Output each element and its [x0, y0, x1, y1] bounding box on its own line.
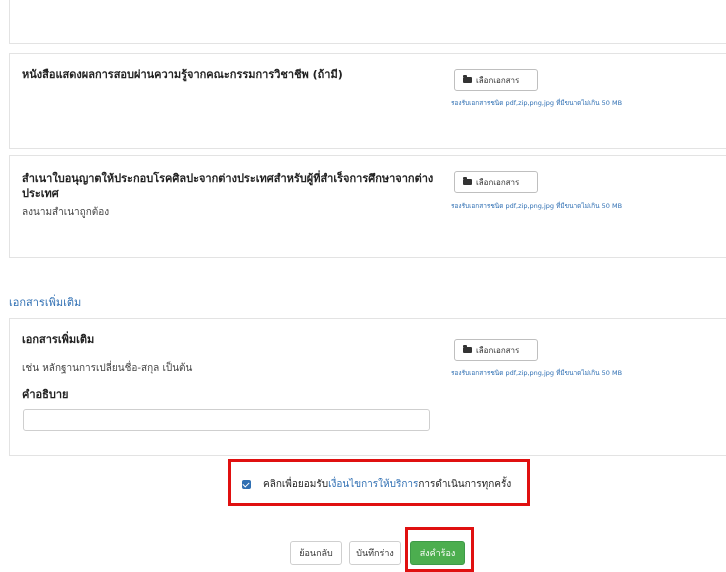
file-type-hint: รองรับเอกสารชนิด pdf,zip,png,jpg ที่มีขน… — [451, 369, 623, 377]
choose-file-button[interactable]: เลือกเอกสาร — [454, 69, 538, 91]
additional-section-title: เอกสารเพิ่มเติม — [9, 296, 82, 309]
document-card-exam-result: หนังสือแสดงผลการสอบผ่านความรู้จากคณะกรรม… — [9, 53, 726, 149]
agreement-prefix: คลิกเพื่อยอมรับ — [263, 479, 329, 490]
description-label: คำอธิบาย — [22, 388, 69, 401]
file-type-hint: รองรับเอกสารชนิด pdf,zip,png,jpg ที่มีขน… — [451, 99, 623, 107]
choose-file-button[interactable]: เลือกเอกสาร — [454, 339, 538, 361]
terms-link[interactable]: เงื่อนไขการให้บริการ — [328, 477, 418, 492]
description-input[interactable] — [23, 409, 430, 431]
save-draft-button[interactable]: บันทึกร่าง — [349, 541, 401, 565]
document-title-line2: ประเทศ — [22, 187, 59, 200]
choose-file-label: เลือกเอกสาร — [476, 75, 520, 85]
choose-file-label: เลือกเอกสาร — [476, 177, 520, 187]
choose-file-label: เลือกเอกสาร — [476, 345, 520, 355]
agreement-row[interactable]: คลิกเพื่อยอมรับ เงื่อนไขการให้บริการ การดำ… — [242, 477, 511, 492]
agreement-suffix: การดำเนินการทุกครั้ง — [418, 479, 512, 490]
document-title: หนังสือแสดงผลการสอบผ่านความรู้จากคณะกรรม… — [22, 68, 343, 81]
document-card-additional: เอกสารเพิ่มเติม เช่น หลักฐานการเปลี่ยนชื… — [9, 318, 726, 456]
document-title-line1: สำเนาใบอนุญาตให้ประกอบโรคศิลปะจากต่างประ… — [22, 172, 434, 185]
submit-button[interactable]: ส่งคำร้อง — [410, 541, 465, 565]
file-type-hint: รองรับเอกสารชนิด pdf,zip,png,jpg ที่มีขน… — [451, 202, 623, 210]
previous-document-card — [9, 0, 726, 44]
folder-icon — [463, 345, 472, 353]
choose-file-button[interactable]: เลือกเอกสาร — [454, 171, 538, 193]
additional-title: เอกสารเพิ่มเติม — [22, 333, 95, 346]
document-card-foreign-license: สำเนาใบอนุญาตให้ประกอบโรคศิลปะจากต่างประ… — [9, 155, 726, 258]
document-note: ลงนามสำเนาถูกต้อง — [22, 207, 110, 218]
folder-icon — [463, 177, 472, 185]
additional-example: เช่น หลักฐานการเปลี่ยนชื่อ-สกุล เป็นต้น — [22, 363, 193, 374]
back-button[interactable]: ย้อนกลับ — [290, 541, 342, 565]
agree-checkbox[interactable] — [242, 480, 251, 489]
folder-icon — [463, 75, 472, 83]
